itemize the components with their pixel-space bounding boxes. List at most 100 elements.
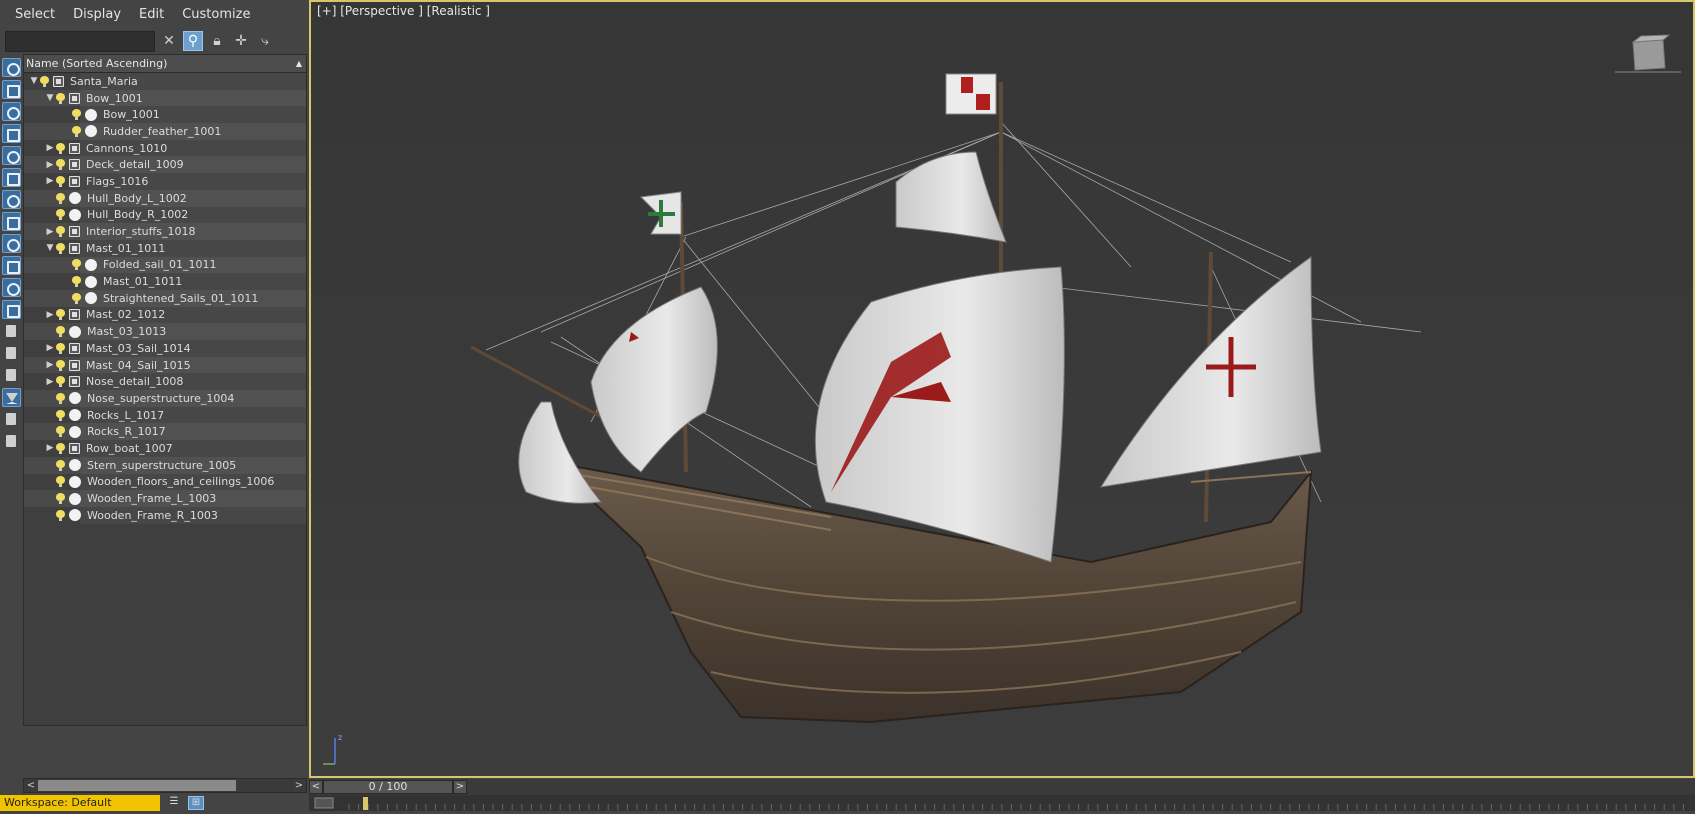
visibility-bulb-icon[interactable] (56, 359, 65, 371)
tree-row[interactable]: Stern_superstructure_1005 (24, 456, 306, 474)
workspace-selector[interactable]: Workspace: Default (0, 795, 160, 811)
tree-row[interactable]: Wooden_Frame_R_1003 (24, 506, 306, 524)
tree-row[interactable]: ▶ Cannons_1010 (24, 139, 306, 157)
display-frozen-icon[interactable] (2, 278, 21, 297)
visibility-bulb-icon[interactable] (56, 442, 65, 454)
collapse-arrow-icon[interactable]: ▼ (44, 93, 56, 103)
tree-column-header[interactable]: Name (Sorted Ascending) ▲ (24, 55, 306, 73)
filter-icon[interactable] (2, 388, 21, 407)
tree-row[interactable]: Nose_superstructure_1004 (24, 390, 306, 407)
expand-arrow-icon[interactable]: ▶ (44, 160, 56, 170)
display-cameras-icon[interactable] (2, 124, 21, 143)
scroll-left-icon[interactable]: < (24, 780, 38, 791)
visibility-bulb-icon[interactable] (56, 309, 65, 321)
visibility-bulb-icon[interactable] (56, 392, 65, 404)
menu-select[interactable]: Select (6, 0, 64, 30)
tree-row[interactable]: Rocks_L_1017 (24, 406, 306, 424)
visibility-bulb-icon[interactable] (56, 159, 65, 171)
tree-row[interactable]: ▼ Mast_01_1011 (24, 239, 306, 257)
tree-row[interactable]: Wooden_Frame_L_1003 (24, 490, 306, 507)
expand-arrow-icon[interactable]: ▶ (44, 343, 56, 353)
clear-search-icon[interactable]: ✕ (159, 31, 179, 51)
hierarchy-icon[interactable]: ⊞ (188, 796, 204, 810)
menu-customize[interactable]: Customize (173, 0, 259, 30)
tree-row[interactable]: ▶ Deck_detail_1009 (24, 156, 306, 174)
collapse-arrow-icon[interactable]: ▼ (28, 76, 40, 86)
tree-row[interactable]: ▶ Flags_1016 (24, 173, 306, 190)
tree-row[interactable]: Folded_sail_01_1011 (24, 256, 306, 274)
display-groups-icon[interactable] (2, 190, 21, 209)
display-none-icon[interactable] (2, 344, 21, 363)
visibility-bulb-icon[interactable] (56, 326, 65, 338)
display-containers-icon[interactable] (2, 256, 21, 275)
search-input[interactable] (5, 30, 155, 52)
scene-tree[interactable]: Name (Sorted Ascending) ▲ ▼ Santa_Maria ▼ B… (23, 54, 307, 726)
visibility-bulb-icon[interactable] (56, 192, 65, 204)
visibility-bulb-icon[interactable] (56, 426, 65, 438)
visibility-bulb-icon[interactable] (56, 459, 65, 471)
perspective-viewport[interactable]: [+] [Perspective ] [Realistic ] z (309, 0, 1695, 778)
tree-row[interactable]: ▶ Nose_detail_1008 (24, 373, 306, 391)
tree-row[interactable]: Wooden_floors_and_ceilings_1006 (24, 473, 306, 491)
tree-row[interactable]: ▼ Bow_1001 (24, 89, 306, 107)
tree-row[interactable]: ▶ Mast_02_1012 (24, 306, 306, 324)
tree-row[interactable]: ▶ Interior_stuffs_1018 (24, 223, 306, 240)
expand-arrow-icon[interactable]: ▶ (44, 227, 56, 237)
tree-row[interactable]: Mast_01_1011 (24, 273, 306, 290)
display-all-icon[interactable] (2, 322, 21, 341)
tree-row[interactable]: ▶ Mast_03_Sail_1014 (24, 340, 306, 357)
prev-frame-icon[interactable]: < (309, 780, 323, 794)
tree-row[interactable]: Rocks_R_1017 (24, 423, 306, 441)
visibility-bulb-icon[interactable] (56, 242, 65, 254)
viewport-label[interactable]: [+] [Perspective ] [Realistic ] (317, 4, 490, 18)
visibility-bulb-icon[interactable] (56, 92, 65, 104)
tree-row[interactable]: Mast_03_1013 (24, 323, 306, 340)
tree-row[interactable]: ▶ Mast_04_Sail_1015 (24, 356, 306, 374)
tree-row[interactable]: Rudder_feather_1001 (24, 123, 306, 140)
menu-display[interactable]: Display (64, 0, 130, 30)
display-bones-icon[interactable] (2, 234, 21, 253)
visibility-bulb-icon[interactable] (56, 409, 65, 421)
visibility-bulb-icon[interactable] (56, 493, 65, 505)
time-cursor[interactable] (363, 797, 368, 810)
visibility-bulb-icon[interactable] (72, 109, 81, 121)
tree-row[interactable]: ▼ Santa_Maria (24, 73, 306, 90)
visibility-bulb-icon[interactable] (56, 142, 65, 154)
expand-arrow-icon[interactable]: ▶ (44, 310, 56, 320)
lock-icon[interactable]: 🔒︎ (207, 31, 227, 51)
visibility-bulb-icon[interactable] (72, 276, 81, 288)
display-helpers-icon[interactable] (2, 146, 21, 165)
display-shapes-icon[interactable] (2, 80, 21, 99)
layer-filter-icon[interactable] (2, 410, 21, 429)
add-selection-icon[interactable]: ✛ (231, 31, 251, 51)
viewcube-icon[interactable] (1613, 32, 1683, 78)
visibility-bulb-icon[interactable] (56, 342, 65, 354)
tree-row[interactable]: Straightened_Sails_01_1011 (24, 289, 306, 307)
display-geometry-icon[interactable] (2, 58, 21, 77)
scroll-right-icon[interactable]: > (292, 780, 306, 791)
expand-arrow-icon[interactable]: ▶ (44, 377, 56, 387)
collapse-arrow-icon[interactable]: ▼ (44, 243, 56, 253)
expand-arrow-icon[interactable]: ▶ (44, 360, 56, 370)
layer-icon[interactable]: ☰ (166, 796, 182, 810)
tree-row[interactable]: Bow_1001 (24, 106, 306, 124)
visibility-bulb-icon[interactable] (72, 292, 81, 304)
visibility-bulb-icon[interactable] (56, 175, 65, 187)
sort-ascending-icon[interactable]: ▲ (296, 59, 302, 68)
visibility-bulb-icon[interactable] (72, 125, 81, 137)
tree-row[interactable]: Hull_Body_R_1002 (24, 206, 306, 224)
filter-toggle-icon[interactable]: ⚲ (183, 31, 203, 51)
display-xrefs-icon[interactable] (2, 212, 21, 231)
viewcube[interactable] (1613, 32, 1683, 78)
expand-arrow-icon[interactable]: ▶ (44, 443, 56, 453)
visibility-bulb-icon[interactable] (56, 209, 65, 221)
visibility-bulb-icon[interactable] (56, 226, 65, 238)
visibility-bulb-icon[interactable] (72, 259, 81, 271)
tree-row[interactable]: ▶ Row_boat_1007 (24, 440, 306, 457)
trackbar-key-icon[interactable] (314, 797, 334, 809)
expand-arrow-icon[interactable]: ▶ (44, 143, 56, 153)
scroll-thumb[interactable] (38, 780, 236, 791)
time-slider[interactable]: 0 / 100 (323, 780, 453, 794)
visibility-bulb-icon[interactable] (56, 476, 65, 488)
select-children-icon[interactable]: ⤷ (255, 31, 275, 51)
